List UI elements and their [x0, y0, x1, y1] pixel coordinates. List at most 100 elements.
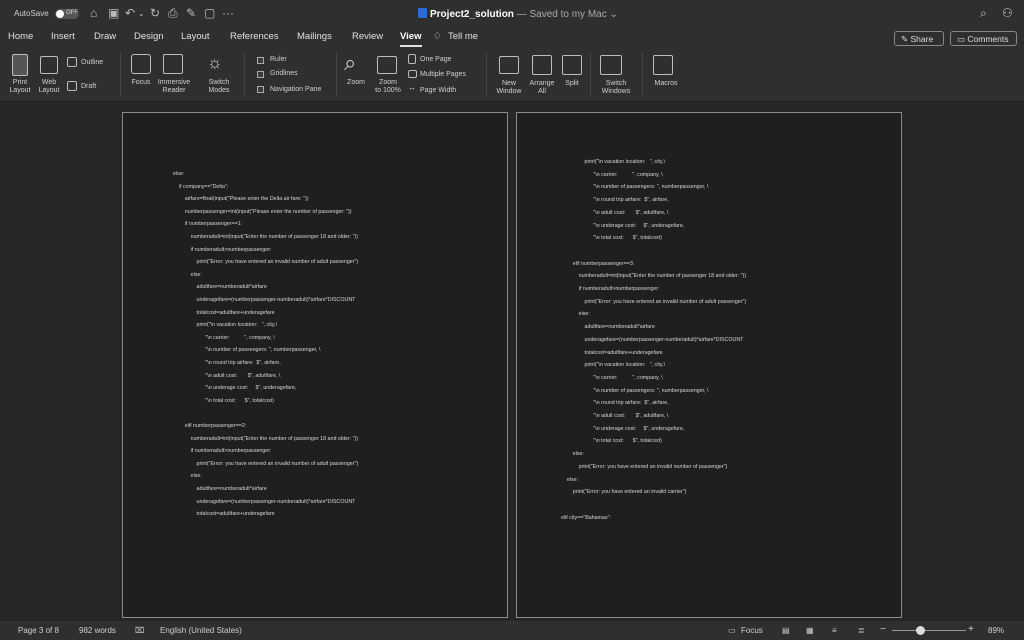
new-window-line2: Window — [496, 88, 522, 95]
code-line: "\n carrier: ", company, \ — [561, 171, 663, 178]
ribbon-divider — [336, 52, 337, 96]
page-count[interactable]: Page 3 of 8 — [18, 626, 59, 635]
code-line: "\n adult cost: $", adultfare, \ — [173, 372, 281, 379]
code-line: "\n total cost: $", totalcost) — [561, 438, 662, 445]
zoom-label: Zoom — [347, 79, 365, 86]
code-line: underagefare=(numberpassenger-numberadul… — [173, 498, 356, 505]
code-line: underagefare=(numberpassenger-numberadul… — [173, 297, 356, 303]
switch-modes-icon: ☼ — [207, 53, 223, 72]
outline-label: Outline — [81, 59, 104, 66]
code-line: "\n round trip airfare: $", airfare, — [561, 197, 669, 204]
zoom-out-icon[interactable]: − — [880, 624, 886, 635]
more-icon[interactable]: ··· — [222, 6, 234, 20]
active-tab-indicator — [400, 45, 422, 47]
immersive-reader-label: Immersive Reader — [155, 79, 193, 95]
account-icon[interactable]: ⚇ — [1002, 6, 1013, 20]
focus-icon — [131, 54, 151, 74]
web-layout-line2: Layout — [38, 87, 60, 94]
title-chevron-icon[interactable]: ⌄ — [607, 9, 617, 20]
save-icon[interactable]: ▣ — [108, 6, 119, 20]
tab-design[interactable]: Design — [134, 31, 164, 42]
page-width-label: Page Width — [420, 87, 457, 94]
focus-mode-icon[interactable]: ▭ — [728, 626, 736, 635]
draft-view-icon[interactable]: ≣ — [858, 626, 865, 635]
proofing-icon[interactable]: ⌧ — [135, 626, 144, 635]
format-painter-icon[interactable]: ✎ — [186, 6, 196, 20]
ribbon-divider — [642, 52, 643, 96]
new-doc-icon[interactable]: ▢ — [204, 6, 215, 20]
zoom-slider[interactable] — [892, 630, 966, 631]
one-page-label: One Page — [420, 56, 452, 63]
code-line: "\n adult cost: $", adultfare, \ — [561, 413, 669, 419]
print-layout-line2: Layout — [9, 87, 31, 94]
code-line: if company=="Delta": — [173, 183, 229, 190]
web-layout-line1: Web — [41, 79, 57, 86]
one-page-icon — [408, 54, 416, 64]
split-icon — [562, 55, 582, 75]
arrange-all-line2: All — [538, 88, 546, 95]
home-icon[interactable]: ⌂ — [90, 6, 97, 20]
switch-modes-line1: Switch — [208, 79, 230, 86]
zoom-level[interactable]: 89% — [988, 626, 1004, 635]
arrange-all-label: Arrange All — [525, 80, 559, 96]
tab-home[interactable]: Home — [8, 31, 33, 42]
code-line: "\n round trip airfare: $", airfare, — [561, 400, 669, 407]
arrange-all-line1: Arrange — [529, 80, 555, 87]
multiple-pages-label: Multiple Pages — [420, 71, 466, 78]
focus-mode-label[interactable]: Focus — [741, 626, 763, 635]
outline-view-icon[interactable]: ≡ — [832, 626, 837, 635]
print-icon[interactable]: ⎙ — [168, 6, 178, 21]
ribbon-divider — [590, 52, 591, 96]
tab-mailings[interactable]: Mailings — [297, 31, 332, 42]
print-layout-view-icon[interactable]: ▤ — [782, 626, 790, 635]
tab-references[interactable]: References — [230, 31, 279, 42]
tab-review[interactable]: Review — [352, 31, 383, 42]
comments-button[interactable]: ▭ Comments — [950, 31, 1017, 46]
language[interactable]: English (United States) — [160, 626, 242, 635]
code-line: "\n underage cost: $", underagefare, — [173, 385, 297, 392]
print-layout-icon — [12, 54, 28, 76]
draft-label: Draft — [81, 83, 97, 90]
code-line: print("Error: you have entered an invali… — [561, 298, 747, 305]
multiple-pages-icon — [408, 70, 417, 78]
tell-me[interactable]: Tell me — [448, 31, 478, 42]
code-line: "\n total cost: $", totalcost) — [561, 235, 662, 242]
document-canvas[interactable]: else: if company=="Delta": airfare=float… — [0, 103, 1024, 621]
new-window-label: New Window — [492, 80, 526, 96]
tab-insert[interactable]: Insert — [51, 31, 75, 42]
document-page-right[interactable]: print("\n vacation location: ", city,\ "… — [516, 112, 902, 618]
comment-icon: ▭ — [957, 34, 968, 44]
redo-icon[interactable]: ↻ — [150, 6, 160, 20]
web-layout-view-icon[interactable]: ▦ — [806, 626, 814, 635]
share-button[interactable]: ✎ Share — [894, 31, 944, 46]
toggle-knob — [56, 10, 64, 18]
code-line: print("Error: you have entered an invali… — [173, 259, 359, 266]
code-line: "\n total cost: $", totalcost) — [173, 397, 274, 404]
document-name: Project2_solution — [430, 9, 514, 20]
code-line: adultfare=numberadult*airfare — [173, 284, 267, 291]
code-line: elif city=="Bahamas": — [561, 514, 611, 521]
code-line: else: — [561, 451, 584, 458]
navigation-pane-check-box — [257, 86, 264, 93]
tab-layout[interactable]: Layout — [181, 31, 210, 42]
title-bar: AutoSave OFF ⌂ ▣ ↶ ⌄ ↻ ⎙ ✎ ▢ ··· Project… — [0, 0, 1024, 28]
undo-dropdown-icon[interactable]: ⌄ — [138, 9, 145, 18]
tab-view[interactable]: View — [400, 31, 421, 42]
document-page-left[interactable]: else: if company=="Delta": airfare=float… — [122, 112, 508, 618]
word-count[interactable]: 982 words — [79, 626, 116, 635]
search-icon[interactable]: ⌕ — [980, 6, 987, 21]
code-line: print("\n vacation location: ", city,\ — [561, 159, 666, 165]
switch-windows-line1: Switch — [605, 80, 627, 87]
macros-label: Macros — [654, 80, 678, 87]
code-line: "\n carrier: ", company, \ — [561, 374, 663, 381]
undo-icon[interactable]: ↶ — [125, 6, 135, 20]
code-line: totalcost=adultfare+underagefare — [561, 349, 663, 356]
zoom-slider-thumb[interactable] — [915, 626, 925, 635]
zoom-in-icon[interactable]: + — [968, 624, 974, 635]
ribbon-divider — [244, 52, 245, 96]
lightbulb-icon: ♢ — [433, 31, 442, 42]
code-line: elif numberpassenger==2: — [173, 423, 247, 429]
code-line: else: — [561, 476, 579, 483]
autosave-toggle[interactable]: OFF — [55, 9, 79, 19]
tab-draw[interactable]: Draw — [94, 31, 116, 42]
